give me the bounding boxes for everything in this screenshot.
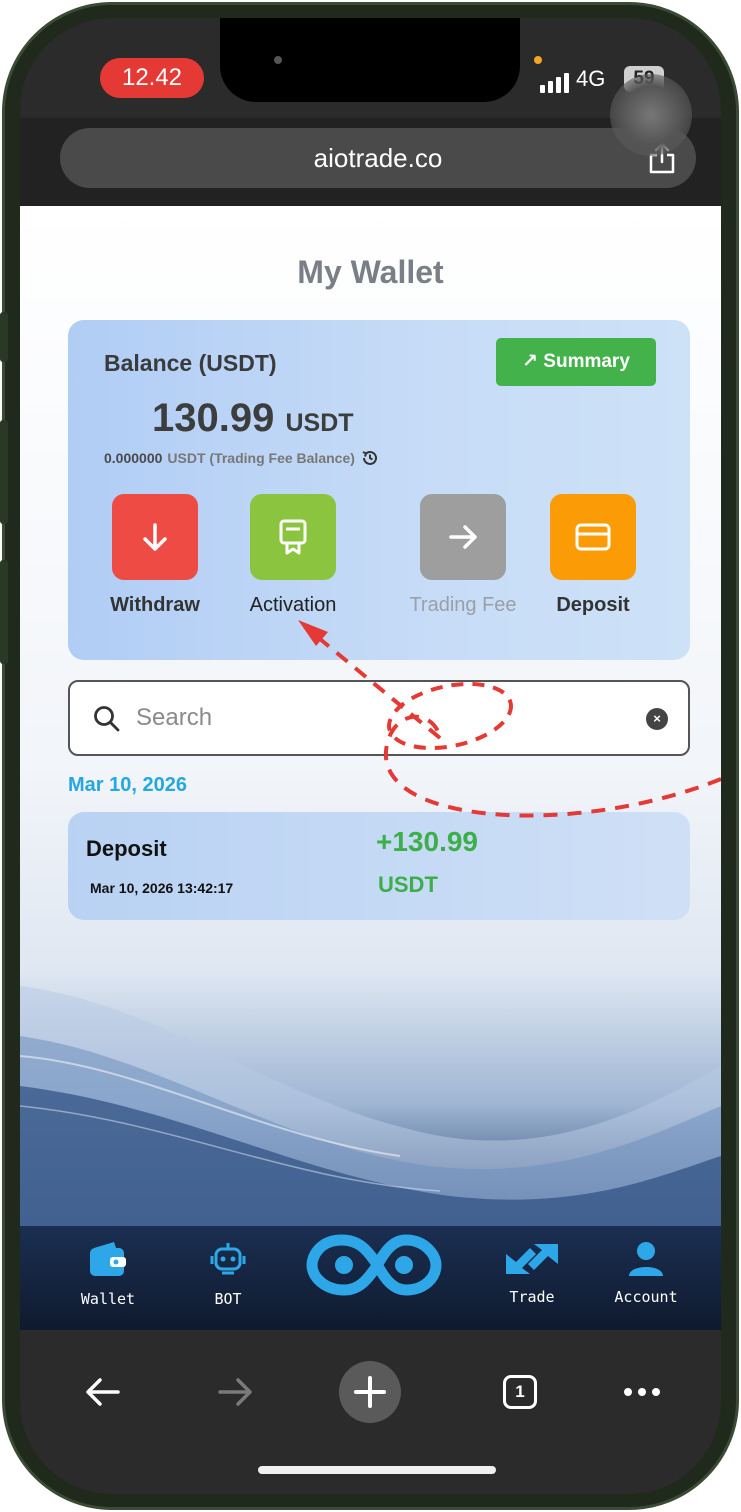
summary-button-label: Summary xyxy=(543,351,630,372)
back-arrow-icon xyxy=(86,1378,120,1406)
transaction-unit: USDT xyxy=(378,872,438,897)
notch xyxy=(220,18,520,102)
privacy-indicator-icon xyxy=(534,56,542,64)
trend-icon: ↗ xyxy=(522,351,539,372)
balance-unit: USDT xyxy=(285,409,354,437)
deposit-button[interactable]: Deposit xyxy=(538,494,648,617)
browser-toolbar: 1 xyxy=(20,1330,721,1494)
signal-icon xyxy=(540,73,569,93)
camera-dot xyxy=(274,56,282,64)
nav-trade[interactable]: Trade xyxy=(482,1240,582,1306)
nav-account-label: Account xyxy=(614,1288,678,1306)
nav-bot-label: BOT xyxy=(214,1290,242,1308)
search-bar[interactable]: × xyxy=(68,680,690,756)
certificate-icon xyxy=(279,519,307,555)
trading-fee-label: Trading Fee xyxy=(409,594,517,616)
back-button[interactable] xyxy=(72,1360,132,1424)
balance-label: Balance (USDT) xyxy=(104,350,277,376)
tabs-button[interactable]: 1 xyxy=(490,1360,550,1424)
history-icon[interactable] xyxy=(360,448,380,468)
search-input[interactable] xyxy=(136,699,576,737)
fee-amount: 0.000000 xyxy=(104,450,163,466)
volume-up-button xyxy=(0,420,8,524)
withdraw-icon-box xyxy=(112,494,198,580)
arrow-down-icon xyxy=(143,523,167,551)
status-time: 12.42 xyxy=(100,58,204,98)
balance-value: 130.99 xyxy=(152,396,275,440)
wallet-page: My Wallet Balance (USDT) ↗ Summary 130.9… xyxy=(20,206,721,1226)
tabs-icon: 1 xyxy=(503,1375,537,1409)
transaction-amount: +130.99 xyxy=(376,826,478,857)
plus-icon xyxy=(339,1361,401,1423)
balance-card: Balance (USDT) ↗ Summary 130.99 USDT 0.0… xyxy=(68,320,690,660)
fee-label: USDT (Trading Fee Balance) xyxy=(167,450,355,466)
balance-amount: 130.99 USDT xyxy=(152,396,354,441)
more-icon xyxy=(624,1388,660,1396)
trading-fee-button[interactable]: Trading Fee xyxy=(408,494,518,617)
clear-search-icon[interactable]: × xyxy=(646,708,668,730)
withdraw-button[interactable]: Withdraw xyxy=(100,494,210,617)
transaction-item[interactable]: Deposit Mar 10, 2026 13:42:17 +130.99 US… xyxy=(68,812,690,920)
logo-link-icon xyxy=(306,1234,442,1296)
page-title: My Wallet xyxy=(297,254,444,290)
nav-account[interactable]: Account xyxy=(596,1240,696,1306)
withdraw-label: Withdraw xyxy=(110,594,200,616)
address-bar[interactable]: aiotrade.co xyxy=(60,128,696,188)
home-indicator xyxy=(258,1466,496,1474)
nav-bot[interactable]: BOT xyxy=(178,1240,278,1308)
activation-label: Activation xyxy=(249,594,337,616)
forward-button[interactable] xyxy=(206,1360,266,1424)
url-text: aiotrade.co xyxy=(313,143,443,173)
nav-home-logo[interactable] xyxy=(304,1230,444,1304)
assistive-touch-button[interactable] xyxy=(610,74,692,156)
deposit-icon-box xyxy=(550,494,636,580)
search-icon xyxy=(94,706,120,732)
network-label: 4G xyxy=(576,66,606,91)
phone-screen: 12.42 4G 59 aiotrade.co My Wallet Balanc… xyxy=(20,18,721,1494)
wallet-icon xyxy=(90,1242,126,1276)
robot-icon xyxy=(210,1243,246,1275)
transaction-type: Deposit xyxy=(86,836,167,861)
summary-button[interactable]: ↗ Summary xyxy=(496,338,656,386)
volume-down-button xyxy=(0,560,8,664)
activation-icon-box xyxy=(250,494,336,580)
arrow-right-icon xyxy=(449,525,477,549)
date-group-header: Mar 10, 2026 xyxy=(68,774,187,796)
more-button[interactable] xyxy=(612,1360,672,1424)
new-tab-button[interactable] xyxy=(338,1360,402,1424)
trade-arrows-icon xyxy=(506,1244,558,1274)
trading-fee-icon-box xyxy=(420,494,506,580)
tab-count: 1 xyxy=(515,1382,525,1401)
forward-arrow-icon xyxy=(218,1378,252,1406)
nav-wallet-label: Wallet xyxy=(80,1290,136,1308)
trading-fee-balance: 0.000000 USDT (Trading Fee Balance) xyxy=(104,448,380,468)
account-icon xyxy=(629,1242,663,1276)
transaction-datetime: Mar 10, 2026 13:42:17 xyxy=(90,880,234,896)
deposit-label: Deposit xyxy=(556,594,630,616)
activation-button[interactable]: Activation xyxy=(238,494,348,617)
mute-switch xyxy=(0,312,8,362)
card-icon xyxy=(575,523,611,551)
nav-trade-label: Trade xyxy=(509,1288,555,1306)
nav-wallet[interactable]: Wallet xyxy=(58,1240,158,1308)
app-bottom-nav: Wallet BOT Trade Account xyxy=(20,1226,721,1330)
